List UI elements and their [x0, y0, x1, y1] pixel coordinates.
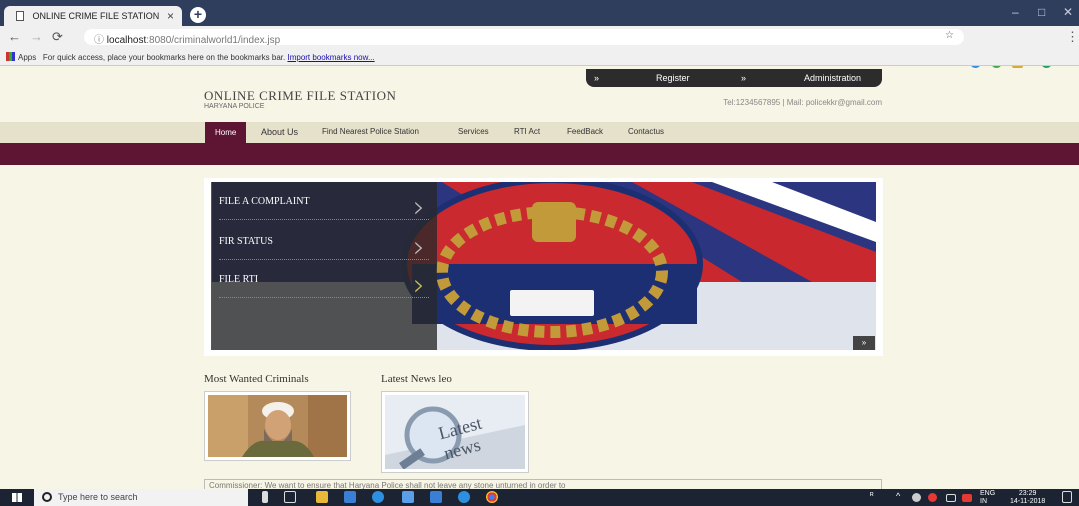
main-menu: Home About Us Find Nearest Police Statio…: [0, 122, 1079, 143]
import-bookmarks-link[interactable]: Import bookmarks now...: [287, 53, 374, 62]
notification-icon[interactable]: [1062, 491, 1072, 503]
bookmarks-hint: For quick access, place your bookmarks h…: [42, 53, 286, 62]
info-icon: ⓘ: [94, 35, 107, 46]
chevron-right-icon: ›: [413, 268, 425, 303]
address-bar[interactable]: ⓘ localhost:8080/criminalworld1/index.js…: [84, 29, 964, 46]
latest-news-heading: Latest News leo: [381, 373, 452, 385]
store-icon[interactable]: [344, 491, 356, 503]
new-tab-button[interactable]: +: [190, 7, 206, 23]
close-tab-icon[interactable]: ×: [167, 9, 174, 23]
region-code: IN: [980, 498, 987, 505]
menu-services[interactable]: Services: [458, 127, 489, 136]
task-view-icon[interactable]: [284, 491, 296, 503]
fir-status-link[interactable]: FIR STATUS ›: [219, 230, 429, 265]
fir-status-label: FIR STATUS: [219, 236, 273, 247]
search-placeholder: Type here to search: [58, 492, 138, 502]
menu-about-us[interactable]: About Us: [261, 127, 298, 137]
administration-link[interactable]: Administration: [804, 73, 861, 83]
menu-find-police-station[interactable]: Find Nearest Police Station: [322, 127, 419, 136]
tray-icon[interactable]: [912, 493, 921, 502]
quick-links-panel: FILE A COMPLAINT › FIR STATUS › FILE RTI…: [211, 182, 437, 350]
cortana-icon: [42, 492, 52, 502]
windows-start-icon[interactable]: [12, 493, 22, 502]
site-title: ONLINE CRIME FILE STATION: [204, 88, 397, 103]
internet-explorer-icon[interactable]: [458, 491, 470, 503]
url-path: :8080/criminalworld1/index.jsp: [146, 35, 281, 46]
tab-title: ONLINE CRIME FILE STATION: [32, 11, 160, 21]
file-rti-label: FILE RTI: [219, 274, 259, 285]
contact-info: Tel:1234567895 | Mail: policekkr@gmail.c…: [723, 98, 882, 107]
taskbar-search[interactable]: Type here to search: [34, 489, 248, 506]
slider-next-button[interactable]: »: [853, 336, 875, 350]
site-subtitle: HARYANA POLICE: [204, 103, 265, 110]
chevron-right-icon: ›: [413, 230, 425, 265]
star-icon[interactable]: ☆: [945, 30, 954, 41]
back-icon[interactable]: ←: [8, 29, 21, 44]
close-window-icon[interactable]: ✕: [1063, 5, 1073, 19]
app-icon[interactable]: [430, 491, 442, 503]
tray-icon[interactable]: [928, 493, 937, 502]
url-host: localhost: [106, 35, 147, 46]
tray-icon[interactable]: [962, 494, 972, 502]
arrow-icon: »: [594, 73, 600, 83]
browser-tab[interactable]: ONLINE CRIME FILE STATION ×: [4, 6, 182, 28]
microphone-icon[interactable]: [262, 491, 268, 503]
reload-icon[interactable]: ⟳: [52, 29, 63, 45]
apps-link[interactable]: Apps: [18, 53, 36, 62]
document-icon: [16, 11, 24, 21]
top-links: » Register » Administration: [586, 69, 882, 87]
clock-time: 23:29: [1018, 490, 1037, 497]
menu-kebab-icon[interactable]: ⋮: [1066, 29, 1079, 45]
clock-date: 14-11-2018: [1010, 498, 1046, 505]
maroon-stripe: [0, 143, 1079, 165]
apps-icon[interactable]: [6, 52, 15, 61]
chevron-up-icon[interactable]: ^: [896, 491, 908, 503]
network-icon[interactable]: [946, 494, 956, 502]
browser-tab-strip: ONLINE CRIME FILE STATION × + – □ ✕: [0, 0, 1079, 28]
language-indicator[interactable]: ENG IN: [980, 490, 995, 506]
menu-feedback[interactable]: FeedBack: [567, 127, 603, 136]
file-complaint-label: FILE A COMPLAINT: [219, 196, 310, 207]
register-link[interactable]: Register: [656, 73, 690, 83]
file-explorer-icon[interactable]: [316, 491, 328, 503]
forward-icon[interactable]: →: [30, 29, 43, 44]
menu-rti-act[interactable]: RTI Act: [514, 127, 540, 136]
language-code: ENG: [980, 490, 996, 497]
minimize-icon[interactable]: –: [1012, 5, 1019, 19]
chrome-icon[interactable]: [486, 491, 498, 503]
most-wanted-image[interactable]: [204, 391, 351, 461]
menu-contactus[interactable]: Contactus: [628, 127, 664, 136]
most-wanted-heading: Most Wanted Criminals: [204, 373, 309, 385]
maximize-icon[interactable]: □: [1038, 5, 1045, 19]
latest-news-image[interactable]: Latest news: [381, 391, 529, 473]
people-icon[interactable]: ᴿ: [870, 491, 882, 503]
file-complaint-link[interactable]: FILE A COMPLAINT ›: [219, 190, 429, 225]
edge-icon[interactable]: [372, 491, 384, 503]
file-rti-link[interactable]: FILE RTI ›: [219, 268, 429, 303]
arrow-icon: »: [741, 73, 747, 83]
chevron-right-icon: ›: [413, 190, 425, 225]
system-clock[interactable]: 23:29 14-11-2018: [1010, 490, 1045, 506]
app-icon[interactable]: [402, 491, 414, 503]
bookmarks-bar: Apps For quick access, place your bookma…: [0, 48, 1079, 66]
address-toolbar: ← → ⟳ ⓘ localhost:8080/criminalworld1/in…: [0, 26, 1079, 68]
windows-taskbar: Type here to search ᴿ ^ ENG IN 23:29 14-…: [0, 489, 1079, 506]
menu-home[interactable]: Home: [205, 122, 247, 143]
